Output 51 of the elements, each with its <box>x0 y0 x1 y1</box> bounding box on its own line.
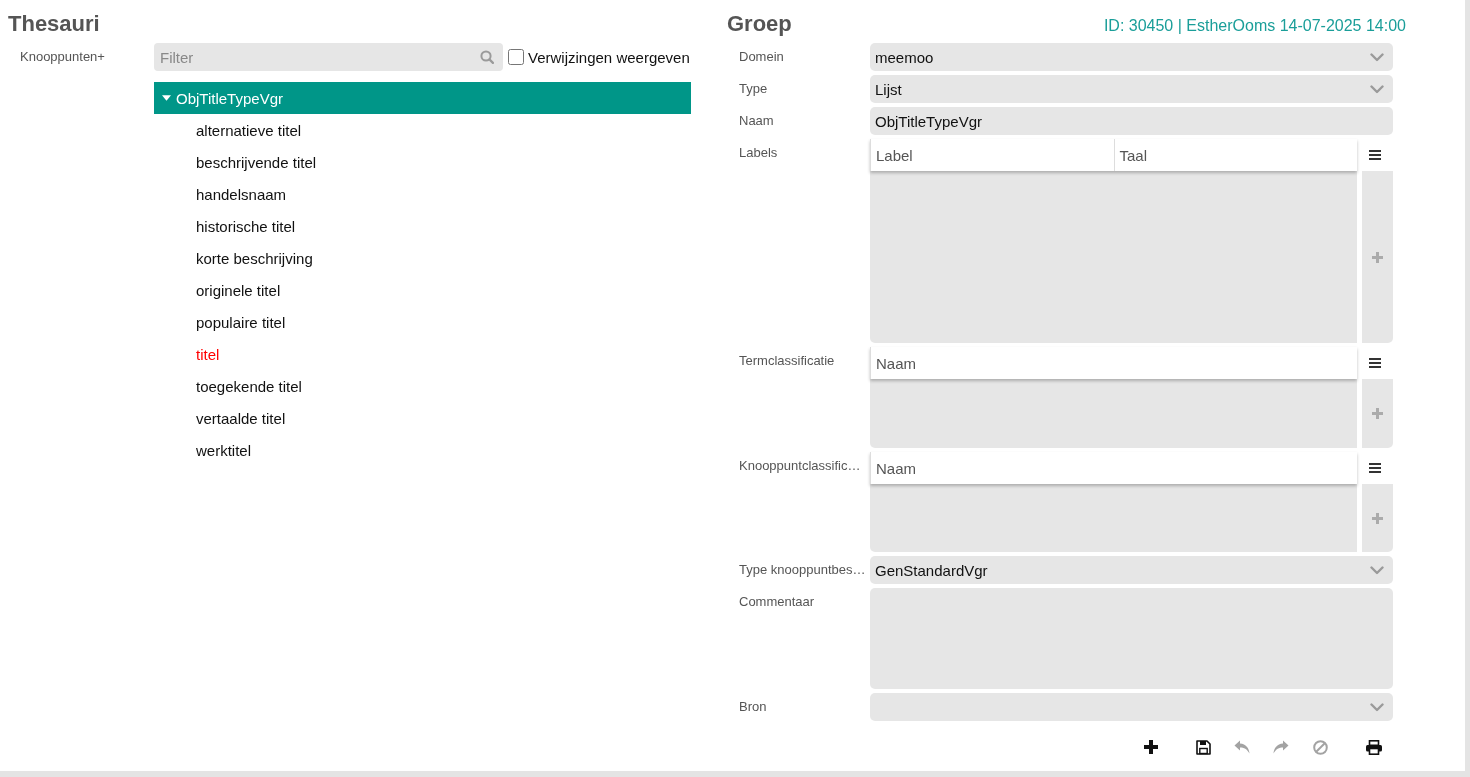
tree-node[interactable]: vertaalde titel <box>154 402 691 434</box>
field-label: Commentaar <box>739 594 815 609</box>
caret-down-icon[interactable] <box>162 95 171 101</box>
tree-node[interactable]: toegekende titel <box>154 370 691 402</box>
plus-icon <box>1372 408 1383 419</box>
field-label: Bron <box>739 699 767 714</box>
tree-node[interactable]: ObjTitleTypeVgr <box>154 82 691 114</box>
menu-icon[interactable] <box>1369 463 1381 473</box>
tree-node[interactable]: werktitel <box>154 434 691 466</box>
plus-icon <box>1372 251 1383 263</box>
tree-node[interactable]: originele titel <box>154 274 691 306</box>
chevron-down-icon <box>1370 565 1384 575</box>
section-label: Knooppunten+ <box>20 49 105 64</box>
chevron-down-icon <box>1370 84 1384 94</box>
tree-node[interactable]: historische titel <box>154 210 691 242</box>
column-header[interactable]: Label <box>871 139 1114 171</box>
plus-icon[interactable] <box>1144 740 1158 754</box>
dropdown[interactable]: meemoo <box>870 43 1393 71</box>
field-label: Knooppuntclassific… <box>739 458 861 473</box>
column-header[interactable]: Naam <box>871 347 1357 379</box>
add-row-button[interactable] <box>1362 484 1393 552</box>
tree-node[interactable]: handelsnaam <box>154 178 691 210</box>
filter-field[interactable]: Filter <box>154 43 503 71</box>
tree-node[interactable]: populaire titel <box>154 306 691 338</box>
field-label: Labels <box>739 145 778 160</box>
tree-node[interactable]: korte beschrijving <box>154 242 691 274</box>
menu-icon[interactable] <box>1369 358 1381 368</box>
field-label: Naam <box>739 113 774 128</box>
column-header[interactable]: Naam <box>871 452 1357 484</box>
tree-node[interactable]: alternatieve titel <box>154 114 691 146</box>
search-icon <box>480 50 494 64</box>
add-row-button[interactable] <box>1362 379 1393 448</box>
checkbox[interactable] <box>508 49 524 65</box>
tree-node[interactable]: beschrijvende titel <box>154 146 691 178</box>
field-label: Termclassificatie <box>739 353 835 368</box>
field-label: Domein <box>739 49 784 64</box>
plus-icon <box>1372 512 1383 524</box>
checkbox-label: Verwijzingen weergeven <box>528 48 690 66</box>
dropdown[interactable]: Lijst <box>870 75 1393 103</box>
printer-icon[interactable] <box>1366 739 1382 755</box>
menu-icon[interactable] <box>1369 150 1381 160</box>
text-field[interactable]: ObjTitleTypeVgr <box>870 107 1393 135</box>
panel-title: Groep <box>727 10 792 38</box>
tree-node[interactable]: titel <box>154 338 691 370</box>
chevron-down-icon <box>1370 52 1384 62</box>
field-label: Type knooppuntbes… <box>739 562 866 577</box>
field-label: Type <box>739 81 768 96</box>
panel-title: Thesauri <box>7 10 101 38</box>
dropdown[interactable]: GenStandardVgr <box>870 556 1393 584</box>
record-info: ID: 30450 | EstherOoms 14-07-2025 14:00 <box>1103 17 1406 35</box>
chevron-down-icon <box>1370 702 1384 712</box>
